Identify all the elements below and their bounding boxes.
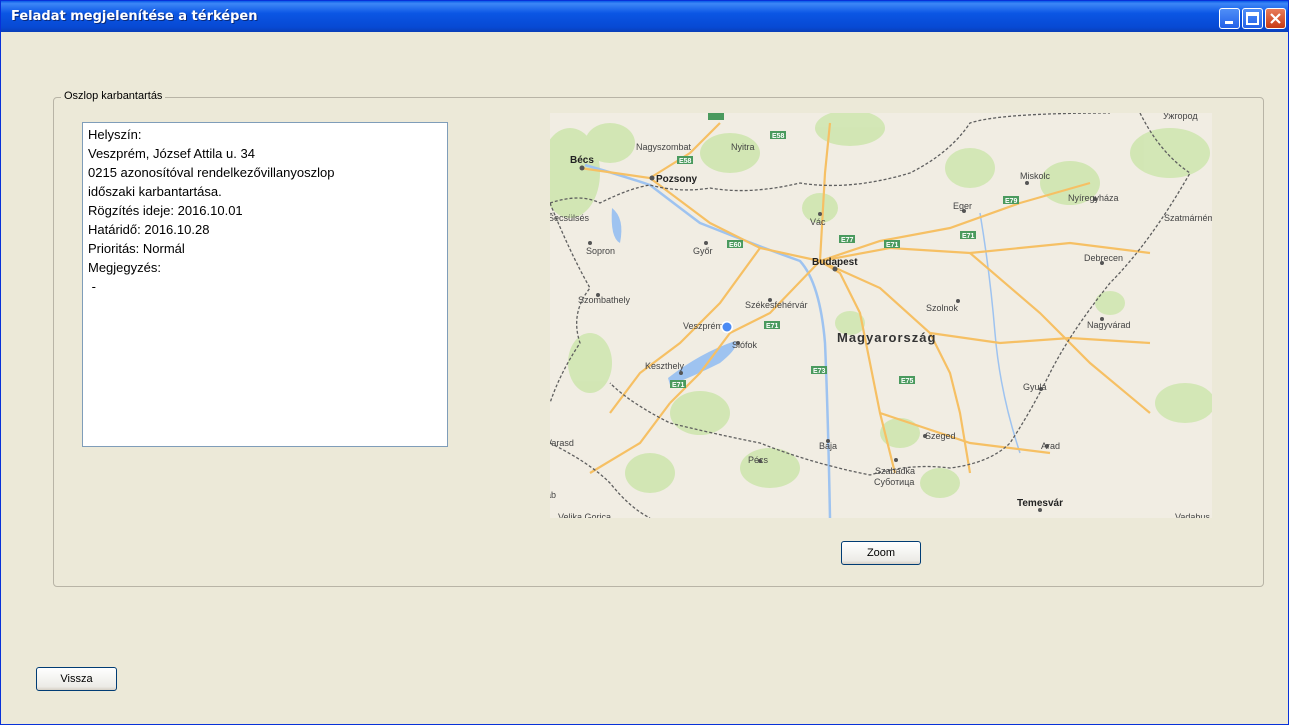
svg-text:Суботица: Суботица <box>874 477 914 487</box>
window-title: Feladat megjelenítése a térképen <box>11 9 258 24</box>
details-line: Rögzítés ideje: 2016.10.01 <box>88 203 243 218</box>
svg-text:Vác: Vác <box>810 217 826 227</box>
svg-text:E71: E71 <box>766 323 779 330</box>
svg-text:Miskolc: Miskolc <box>1020 171 1051 181</box>
details-line: Prioritás: Normál <box>88 241 185 256</box>
maximize-icon <box>1246 12 1259 25</box>
svg-text:E73: E73 <box>813 368 826 375</box>
svg-text:Nyíregyháza: Nyíregyháza <box>1068 193 1119 203</box>
task-details-textbox[interactable]: Helyszín: Veszprém, József Attila u. 34 … <box>82 122 448 447</box>
back-button[interactable]: Vissza <box>36 667 117 691</box>
svg-text:Sopron: Sopron <box>586 246 615 256</box>
details-line: - <box>88 279 96 294</box>
details-line: 0215 azonosítóval rendelkezővillanyoszlo… <box>88 165 335 180</box>
svg-text:Temesvár: Temesvár <box>1017 498 1063 509</box>
country-label: Magyarország <box>837 330 936 345</box>
svg-text:áb: áb <box>550 490 556 500</box>
close-icon <box>1270 13 1281 24</box>
svg-text:E71: E71 <box>886 242 899 249</box>
svg-text:E71: E71 <box>962 233 975 240</box>
details-line: Megjegyzés: <box>88 260 161 275</box>
svg-text:Szolnok: Szolnok <box>926 303 959 313</box>
map-image: E58 E58 E60 E77 E71 E71 E71 E71 E73 E75 … <box>550 113 1212 518</box>
svg-text:E77: E77 <box>841 237 854 244</box>
svg-text:Debrecen: Debrecen <box>1084 253 1123 263</box>
svg-text:Vadabus: Vadabus <box>1175 512 1210 518</box>
svg-text:E58: E58 <box>679 158 692 165</box>
svg-text:E58: E58 <box>772 133 785 140</box>
details-line: Veszprém, József Attila u. 34 <box>88 146 255 161</box>
close-button[interactable] <box>1265 8 1286 29</box>
svg-text:E71: E71 <box>672 382 685 389</box>
minimize-button[interactable] <box>1219 8 1240 29</box>
maximize-button[interactable] <box>1242 8 1263 29</box>
svg-text:Bécs: Bécs <box>570 155 594 166</box>
svg-text:Szeged: Szeged <box>925 431 956 441</box>
map-view[interactable]: E58 E58 E60 E77 E71 E71 E71 E71 E73 E75 … <box>550 113 1212 518</box>
svg-text:Keszthely: Keszthely <box>645 361 685 371</box>
svg-text:Nagyszombat: Nagyszombat <box>636 142 692 152</box>
svg-text:E75: E75 <box>901 378 914 385</box>
details-line: időszaki karbantartása. <box>88 184 222 199</box>
svg-text:Velika Gorica: Velika Gorica <box>558 512 611 518</box>
svg-text:Szatmárnémeti: Szatmárnémeti <box>1164 213 1212 223</box>
zoom-button[interactable]: Zoom <box>841 541 921 565</box>
svg-text:Szombathely: Szombathely <box>578 295 631 305</box>
svg-text:Ужгород: Ужгород <box>1163 113 1198 121</box>
svg-text:Varasd: Varasd <box>550 438 574 448</box>
svg-text:Nyitra: Nyitra <box>731 142 755 152</box>
minimize-icon <box>1225 21 1233 24</box>
svg-text:Eger: Eger <box>953 201 972 211</box>
svg-text:Győr: Győr <box>693 246 713 256</box>
svg-text:Nagyvárad: Nagyvárad <box>1087 320 1131 330</box>
svg-text:E79: E79 <box>1005 198 1018 205</box>
details-line: Helyszín: <box>88 127 142 142</box>
details-line: Határidő: 2016.10.28 <box>88 222 210 237</box>
svg-text:Arad: Arad <box>1041 441 1060 451</box>
svg-text:Székesfehérvár: Székesfehérvár <box>745 300 808 310</box>
svg-text:Šecsülsés: Šecsülsés <box>550 213 590 223</box>
svg-text:Gyula: Gyula <box>1023 382 1047 392</box>
title-bar[interactable]: Feladat megjelenítése a térképen <box>1 1 1288 32</box>
svg-text:Szabadka: Szabadka <box>875 466 915 476</box>
groupbox-title: Oszlop karbantartás <box>61 90 166 102</box>
svg-text:Pozsony: Pozsony <box>656 174 698 185</box>
svg-text:E60: E60 <box>729 242 742 249</box>
svg-text:Veszprém: Veszprém <box>683 321 723 331</box>
svg-text:Baja: Baja <box>819 441 837 451</box>
svg-text:Pécs: Pécs <box>748 455 769 465</box>
svg-text:Budapest: Budapest <box>812 257 858 268</box>
svg-text:Siófok: Siófok <box>732 340 758 350</box>
